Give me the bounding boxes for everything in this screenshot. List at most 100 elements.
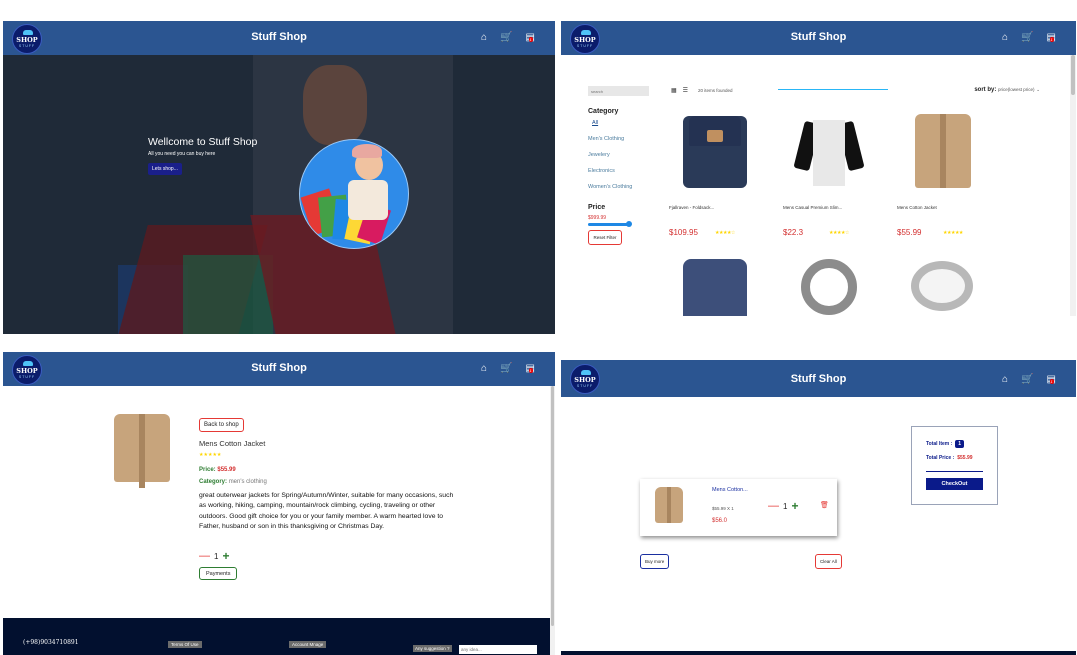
basket-icon[interactable]: ▤1	[1047, 32, 1056, 43]
checkout-button[interactable]: CheckOut	[926, 478, 983, 490]
trash-icon[interactable]: 🗑	[820, 501, 829, 509]
navbar: SHOP STUFF Stuff Shop ⌂ 🛒 ▤1	[3, 352, 555, 386]
footer-edge	[561, 651, 1076, 655]
quantity-stepper: — 1 +	[199, 550, 229, 562]
hero-title: Wellcome to Stuff Shop	[148, 136, 258, 148]
product-rating: ★★★★☆	[715, 230, 735, 236]
search-input[interactable]	[588, 86, 649, 96]
product-image[interactable]	[897, 255, 987, 316]
navbar: SHOP STUFF Stuff Shop ⌂ 🛒 ▤1	[561, 21, 1076, 55]
reset-filter-button[interactable]: Reset Filter	[588, 230, 622, 245]
list-view-icon[interactable]: ☰	[683, 87, 688, 94]
lets-shop-button[interactable]: Lets shop...	[148, 163, 182, 175]
cart-icon[interactable]: 🛒	[500, 363, 512, 374]
home-icon[interactable]: ⌂	[1002, 374, 1008, 385]
back-to-shop-button[interactable]: Back to shop	[199, 418, 244, 432]
home-screen: SHOP STUFF Stuff Shop ⌂ 🛒 ▤1 Wellcome to…	[3, 21, 555, 334]
suggestion-input[interactable]	[459, 645, 537, 654]
sort-value: price(lowest price)	[998, 87, 1035, 92]
suggestion-label: Any suggestion ?	[413, 645, 452, 652]
home-icon[interactable]: ⌂	[1002, 32, 1008, 43]
basket-icon[interactable]: ▤1	[526, 363, 535, 374]
navbar: SHOP STUFF Stuff Shop ⌂ 🛒 ▤1	[3, 21, 555, 55]
order-summary: Total Item :1 Total Price : $55.99 CheckO…	[911, 426, 998, 505]
product-image[interactable]	[669, 108, 759, 193]
cart-icon[interactable]: 🛒	[1021, 374, 1033, 385]
total-items-value: 1	[955, 440, 965, 448]
plus-icon[interactable]: +	[791, 500, 798, 512]
category-all[interactable]: All	[592, 120, 598, 126]
logo-subtext: STUFF	[18, 375, 36, 379]
price-title: Price	[588, 204, 606, 211]
price-max: $999.99	[588, 215, 607, 221]
product-category: Category: men's clothing	[199, 479, 267, 485]
product-name: Mens Cotton Jacket	[199, 439, 266, 448]
category-electronics[interactable]: Electronics	[588, 168, 615, 174]
basket-icon[interactable]: ▤1	[526, 32, 535, 43]
total-items-label: Total Item :	[926, 441, 953, 447]
clear-all-button[interactable]: Clear All	[815, 554, 842, 569]
terms-of-use-link[interactable]: Terms Of Use	[168, 641, 202, 648]
home-icon[interactable]: ⌂	[481, 32, 487, 43]
category-title: Category	[588, 108, 619, 115]
account-manage-link[interactable]: Account Mnage	[289, 641, 327, 648]
plus-icon[interactable]: +	[222, 550, 229, 562]
sort-dropdown[interactable]: sort by: price(lowest price) ⌄	[974, 87, 1040, 93]
results-count: 20 items founded	[698, 88, 733, 93]
minus-icon[interactable]: —	[768, 501, 779, 512]
product-price: $109.95	[669, 228, 698, 237]
cart-icon[interactable]: 🛒	[1021, 32, 1033, 43]
site-title: Stuff Shop	[251, 362, 307, 374]
product-image[interactable]	[783, 255, 873, 316]
minus-icon[interactable]: —	[199, 551, 210, 562]
site-title: Stuff Shop	[251, 31, 307, 43]
category-jewelery[interactable]: Jewelery	[588, 152, 610, 158]
scrollbar[interactable]	[550, 386, 555, 655]
cart-screen: SHOP STUFF Stuff Shop ⌂ 🛒 ▤1 Mens Cotton…	[561, 360, 1076, 655]
logo-subtext: STUFF	[18, 44, 36, 48]
scrollbar[interactable]	[1070, 55, 1076, 316]
logo-subtext: STUFF	[576, 44, 594, 48]
cart-count-badge: 1	[528, 368, 533, 373]
quantity-value: 1	[214, 551, 219, 561]
slider-handle[interactable]	[626, 221, 632, 227]
price-slider[interactable]	[588, 221, 632, 227]
product-name: Mens Casual Premium Slim...	[783, 205, 843, 210]
grid-view-icon[interactable]: ▦	[671, 87, 677, 94]
divider	[926, 471, 983, 472]
payments-button[interactable]: Payments	[199, 567, 238, 580]
product-detail-screen: SHOP STUFF Stuff Shop ⌂ 🛒 ▤1 Back to sho…	[3, 352, 555, 655]
product-price: $55.99	[897, 228, 922, 237]
total-price-value: $55.99	[957, 455, 973, 461]
hero-subtitle: All you need you can buy here	[148, 151, 216, 157]
sort-label: sort by:	[974, 87, 997, 93]
hero-banner: Wellcome to Stuff Shop All you need you …	[3, 55, 555, 334]
product-image[interactable]	[669, 255, 759, 316]
total-items-row: Total Item :1	[926, 440, 965, 448]
product-image[interactable]	[783, 108, 873, 193]
product-description: great outerwear jackets for Spring/Autum…	[199, 492, 454, 531]
cart-item-name[interactable]: Mens Cotton...	[712, 486, 752, 494]
chevron-down-icon: ⌄	[1036, 87, 1040, 92]
total-price-label: Total Price :	[926, 455, 955, 461]
home-icon[interactable]: ⌂	[481, 363, 487, 374]
site-title: Stuff Shop	[790, 373, 847, 385]
shop-screen: SHOP STUFF Stuff Shop ⌂ 🛒 ▤1 ▦ ☰ 20 item…	[561, 21, 1076, 316]
cart-icon[interactable]: 🛒	[500, 32, 512, 43]
cart-item-total: $56.0	[712, 518, 728, 524]
product-image[interactable]	[897, 108, 987, 193]
product-rating: ★★★★★	[199, 452, 222, 458]
category-mens-clothing[interactable]: Men's Clothing	[588, 136, 624, 142]
product-image	[110, 414, 174, 488]
total-price-row: Total Price : $55.99	[926, 455, 973, 461]
buy-more-button[interactable]: Buy more	[640, 554, 670, 569]
product-rating: ★★★★★	[943, 230, 963, 236]
price-label: Price:	[199, 467, 216, 473]
cart-item-image	[652, 487, 686, 525]
cart-item: Mens Cotton... $55.99 X 1 $56.0 — 1 + 🗑	[640, 479, 837, 536]
cart-count-badge: 1	[1049, 37, 1054, 42]
category-womens-clothing[interactable]: Women's Clothing	[588, 184, 632, 190]
product-name: Fjallraven - Foldsack...	[669, 205, 715, 210]
category-value: men's clothing	[228, 479, 267, 485]
basket-icon[interactable]: ▤1	[1047, 374, 1056, 385]
